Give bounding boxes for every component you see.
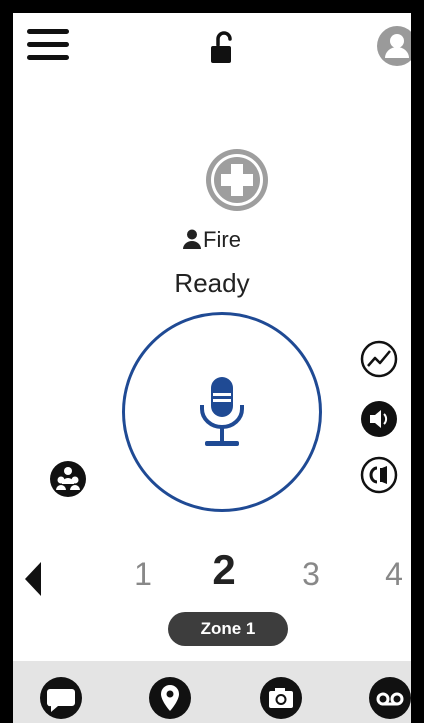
location-pin-icon[interactable] [148, 676, 192, 720]
scan-activity-icon[interactable] [360, 340, 398, 378]
channel-2-selected[interactable]: 2 [209, 546, 239, 594]
screen-bezel: Fire Ready 1 2 3 4 Zone 1 [0, 0, 424, 723]
previous-channel-arrow-icon[interactable] [25, 562, 43, 596]
next-channel-arrow-icon[interactable] [409, 562, 411, 596]
zone-button[interactable]: Zone 1 [168, 612, 288, 646]
channel-3[interactable]: 3 [296, 556, 326, 593]
talkgroup-label: Fire [13, 227, 411, 253]
earpiece-icon[interactable] [360, 456, 398, 494]
user-avatar-icon[interactable] [377, 26, 411, 66]
medical-cross-icon [206, 149, 268, 211]
speaker-icon[interactable] [360, 400, 398, 438]
microphone-icon [200, 377, 244, 446]
camera-icon[interactable] [259, 676, 303, 720]
app-screen: Fire Ready 1 2 3 4 Zone 1 [13, 13, 411, 723]
hamburger-menu-icon[interactable] [27, 27, 69, 63]
channel-4[interactable]: 4 [379, 556, 409, 593]
channel-1[interactable]: 1 [128, 556, 158, 593]
person-icon [183, 229, 202, 249]
push-to-talk-button[interactable] [122, 312, 322, 512]
voicemail-icon[interactable] [368, 676, 411, 720]
status-text: Ready [174, 268, 250, 298]
talkgroup-name: Fire [203, 227, 241, 252]
message-bubble-icon[interactable] [39, 676, 83, 720]
group-users-icon[interactable] [49, 460, 87, 498]
unlocked-padlock-icon[interactable] [208, 31, 238, 65]
